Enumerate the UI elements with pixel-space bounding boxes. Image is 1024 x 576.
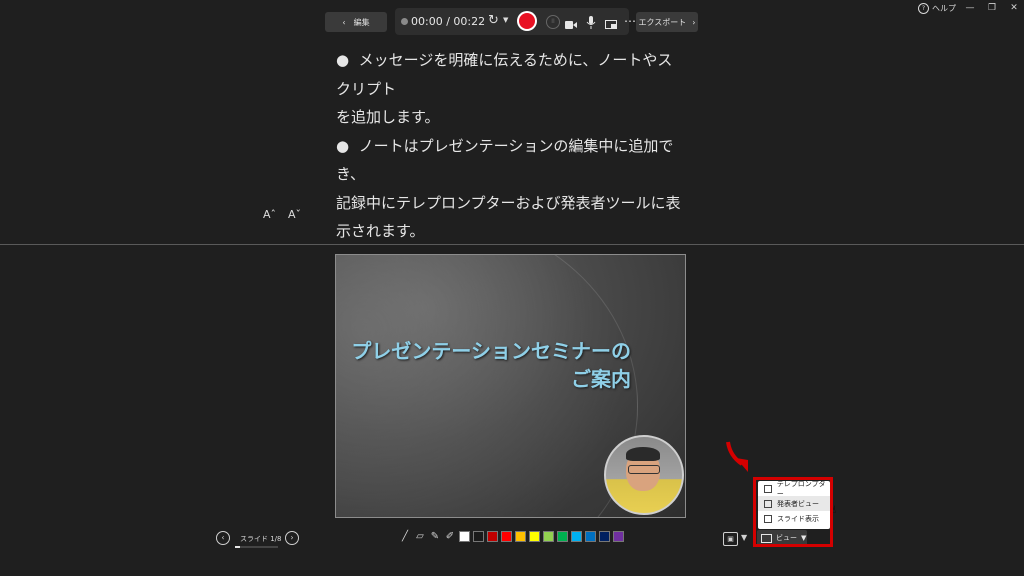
help-icon: ?: [918, 3, 929, 14]
color-swatch[interactable]: [613, 531, 624, 542]
highlighter-icon[interactable]: ✐: [444, 531, 456, 543]
person-glasses: [628, 465, 660, 474]
edit-label: 編集: [353, 17, 370, 27]
person-hair: [626, 447, 660, 461]
recording-toolbar: 00:00 / 00:22 ↻ ▼ II …: [395, 8, 636, 35]
ink-tools: ╱ ▱ ✎ ✐: [399, 531, 456, 543]
color-swatch[interactable]: [529, 531, 540, 542]
time-current: 00:00: [411, 15, 443, 28]
slide-title-line-1: プレゼンテーションセミナーの: [351, 339, 631, 363]
retake-dropdown-icon[interactable]: ▼: [503, 16, 508, 24]
camera-icon: [565, 21, 577, 29]
color-swatch[interactable]: [571, 531, 582, 542]
increase-font-button[interactable]: Aˆ: [263, 208, 276, 221]
more-options-button[interactable]: …: [624, 11, 636, 25]
camera-button[interactable]: [565, 15, 577, 29]
time-separator: /: [446, 15, 450, 28]
slide-progress-fill: [235, 546, 241, 548]
camera-layout-dropdown-icon[interactable]: ▼: [741, 533, 747, 542]
help-button[interactable]: ? ヘルプ: [918, 3, 956, 14]
notes-line: を追加します。: [336, 108, 440, 126]
color-palette: [459, 531, 624, 542]
microphone-icon: [586, 16, 596, 29]
color-swatch[interactable]: [501, 531, 512, 542]
annotation-arrow-icon: [726, 441, 748, 472]
notes-line: 示されます。: [336, 222, 425, 240]
eraser-icon[interactable]: ▱: [414, 531, 426, 543]
color-swatch[interactable]: [585, 531, 596, 542]
speaker-notes[interactable]: ● メッセージを明確に伝えるために、ノートやスクリプト を追加します。 ● ノー…: [336, 46, 686, 246]
export-label: エクスポート: [638, 17, 687, 27]
chevron-right-icon: ›: [692, 17, 696, 27]
color-swatch[interactable]: [473, 531, 484, 542]
color-swatch[interactable]: [543, 531, 554, 542]
slide-progress-bar: [235, 546, 278, 548]
next-slide-button[interactable]: ›: [285, 531, 299, 545]
laser-pointer-icon[interactable]: ╱: [399, 531, 411, 543]
slide-preview: プレゼンテーションセミナーの ご案内: [335, 254, 686, 518]
screen-settings-icon: [605, 20, 617, 29]
restore-button[interactable]: ❐: [983, 2, 1001, 14]
help-label: ヘルプ: [932, 4, 956, 13]
timer: 00:00 / 00:22: [411, 15, 485, 28]
time-total: 00:22: [453, 15, 486, 28]
retake-icon[interactable]: ↻: [488, 13, 499, 28]
record-icon: [519, 13, 535, 29]
color-swatch[interactable]: [459, 531, 470, 542]
export-button[interactable]: エクスポート ›: [636, 12, 698, 32]
minimize-button[interactable]: —: [961, 2, 979, 14]
person-icon: ▣: [727, 535, 734, 543]
slide-title-line-2: ご案内: [571, 367, 631, 391]
edit-button[interactable]: ‹ 編集: [325, 12, 387, 32]
pause-button[interactable]: II: [546, 15, 560, 29]
annotation-highlight-box: [753, 477, 833, 547]
record-button[interactable]: [517, 11, 537, 31]
close-button[interactable]: ✕: [1005, 2, 1023, 14]
camera-feed[interactable]: [604, 435, 684, 515]
camera-layout-button[interactable]: ▣: [723, 532, 738, 546]
color-swatch[interactable]: [515, 531, 526, 542]
color-swatch[interactable]: [487, 531, 498, 542]
screen-settings-button[interactable]: [605, 15, 617, 29]
status-dot-icon: [401, 18, 408, 25]
notes-line: 記録中にテレプロンプターおよび発表者ツールに表: [336, 193, 681, 212]
microphone-button[interactable]: [586, 14, 596, 29]
previous-slide-button[interactable]: ‹: [216, 531, 230, 545]
color-swatch[interactable]: [557, 531, 568, 542]
decrease-font-button[interactable]: Aˇ: [288, 208, 301, 221]
pen-icon[interactable]: ✎: [429, 531, 441, 543]
slide-title: プレゼンテーションセミナーの ご案内: [351, 337, 631, 393]
notes-line: ● メッセージを明確に伝えるために、ノートやスクリプト: [336, 51, 673, 98]
chevron-left-icon: ‹: [342, 17, 346, 27]
notes-line: ● ノートはプレゼンテーションの編集中に追加でき、: [336, 136, 674, 184]
slide-counter: スライド 1/8: [240, 535, 282, 543]
color-swatch[interactable]: [599, 531, 610, 542]
pane-divider[interactable]: [0, 244, 1024, 245]
